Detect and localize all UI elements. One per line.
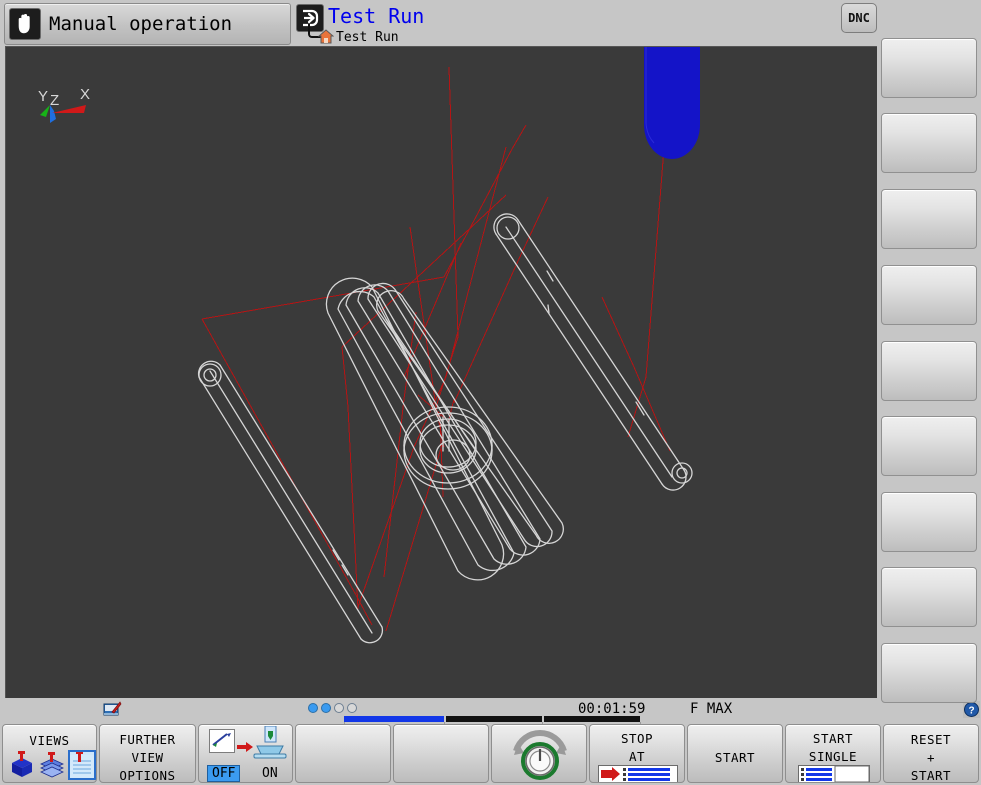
hand-icon bbox=[9, 8, 41, 40]
program-subtitle: Test Run bbox=[336, 30, 399, 45]
status-dots bbox=[308, 703, 357, 713]
layered-view-icon[interactable] bbox=[39, 751, 65, 779]
softkey-reset-start[interactable]: RESET + START bbox=[883, 724, 979, 783]
softkey-views-label: VIEWS bbox=[29, 733, 70, 748]
softkey-start-label: START bbox=[714, 750, 756, 765]
stop-at-block-icon bbox=[598, 765, 678, 782]
vsk-4[interactable] bbox=[881, 265, 977, 325]
vertical-softkey-column bbox=[877, 0, 981, 703]
vsk-9[interactable] bbox=[881, 643, 977, 703]
workpiece-table-icon bbox=[253, 725, 287, 766]
softkey-reset-line3: START bbox=[910, 768, 952, 783]
vsk-8[interactable] bbox=[881, 567, 977, 627]
cnc-control-screen: Manual operation Test Run Test Run DNC Y… bbox=[0, 0, 981, 785]
dnc-button[interactable]: DNC bbox=[841, 3, 877, 33]
svg-text:?: ? bbox=[968, 706, 974, 717]
axis-indicator: Y Z X bbox=[38, 86, 90, 123]
softkey-fvo-line3: OPTIONS bbox=[119, 768, 176, 783]
center-pocket bbox=[325, 277, 564, 581]
operating-mode-indicator[interactable]: Manual operation bbox=[4, 3, 291, 45]
softkey-row: VIEWS FURTHER VIEW OPTIONS OFF ON STOP A… bbox=[0, 724, 981, 785]
home-icon bbox=[317, 29, 335, 44]
vsk-3[interactable] bbox=[881, 189, 977, 249]
status-dot-4 bbox=[347, 703, 357, 713]
svg-text:X: X bbox=[80, 86, 90, 103]
arrow-right-icon bbox=[237, 737, 253, 756]
toggle-off-label[interactable]: OFF bbox=[207, 765, 241, 782]
tool-model bbox=[644, 47, 700, 159]
program-title: Test Run bbox=[328, 4, 425, 28]
svg-text:Z: Z bbox=[50, 92, 59, 109]
vsk-7[interactable] bbox=[881, 492, 977, 552]
view-mode-icons bbox=[9, 750, 96, 780]
vsk-5[interactable] bbox=[881, 341, 977, 401]
softkey-stop-at[interactable]: STOP AT bbox=[589, 724, 685, 783]
header-bar: Manual operation Test Run Test Run DNC bbox=[0, 0, 877, 46]
softkey-start-single-line1: START bbox=[812, 731, 854, 746]
softkey-further-view-options[interactable]: FURTHER VIEW OPTIONS bbox=[99, 724, 196, 783]
right-slot bbox=[493, 213, 693, 491]
toolpath-graphic: Y Z X bbox=[38, 47, 700, 644]
feedrate-display: F MAX bbox=[690, 701, 733, 717]
status-dot-3 bbox=[334, 703, 344, 713]
softkey-reset-line1: RESET bbox=[910, 732, 952, 747]
softkey-start[interactable]: START bbox=[687, 724, 783, 783]
softkey-tool-workpiece-toggle[interactable]: OFF ON bbox=[198, 724, 293, 783]
active-program-indicator[interactable]: Test Run Test Run bbox=[296, 2, 556, 46]
vsk-2[interactable] bbox=[881, 113, 977, 173]
status-dot-2 bbox=[321, 703, 331, 713]
progress-bars bbox=[0, 716, 981, 727]
wireframe-view-icon[interactable] bbox=[68, 750, 96, 780]
single-block-icon bbox=[798, 765, 870, 782]
softkey-reset-line2: + bbox=[926, 750, 936, 765]
progress-segment-3 bbox=[544, 716, 640, 722]
softkey-blank-2[interactable] bbox=[393, 724, 489, 783]
softkey-fvo-line2: VIEW bbox=[131, 750, 164, 765]
progress-segment-1 bbox=[344, 716, 444, 722]
vsk-1[interactable] bbox=[881, 38, 977, 98]
softkey-start-single-line2: SINGLE bbox=[808, 749, 858, 764]
softkey-stop-at-line1: STOP bbox=[620, 731, 654, 746]
tool-icon bbox=[209, 729, 235, 757]
softkey-feed-override[interactable] bbox=[491, 724, 587, 783]
runtime-display: 00:01:59 bbox=[578, 701, 646, 717]
override-dial-icon bbox=[508, 729, 572, 782]
solid-view-icon[interactable] bbox=[9, 751, 35, 779]
softkey-fvo-line1: FURTHER bbox=[119, 732, 176, 747]
vsk-6[interactable] bbox=[881, 416, 977, 476]
softkey-stop-at-line2: AT bbox=[628, 749, 646, 764]
status-dot-1 bbox=[308, 703, 318, 713]
svg-text:Y: Y bbox=[38, 88, 48, 105]
softkey-start-single[interactable]: START SINGLE bbox=[785, 724, 881, 783]
softkey-blank-1[interactable] bbox=[295, 724, 391, 783]
progress-segment-2 bbox=[446, 716, 542, 722]
simulation-viewport[interactable]: Y Z X bbox=[5, 46, 878, 699]
left-slot bbox=[197, 360, 384, 644]
operating-mode-label: Manual operation bbox=[49, 13, 233, 35]
softkey-views[interactable]: VIEWS bbox=[2, 724, 97, 783]
toggle-on-label[interactable]: ON bbox=[262, 766, 278, 781]
